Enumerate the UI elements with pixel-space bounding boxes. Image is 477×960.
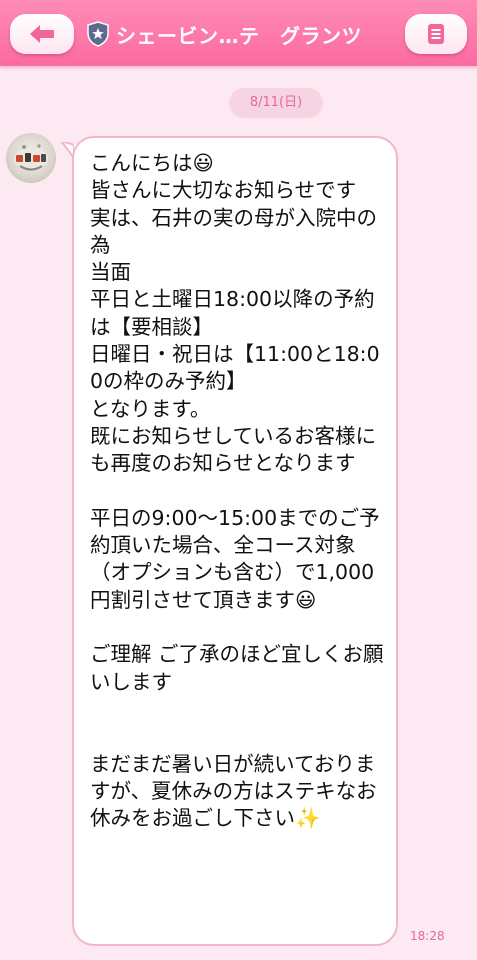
sender-avatar[interactable]: [6, 133, 56, 183]
avatar-image: [14, 144, 48, 171]
back-button[interactable]: [10, 14, 74, 54]
chat-title: シェービン…テ グランツ: [116, 23, 362, 48]
message-bubble[interactable]: こんにちは😃 皆さんに大切なお知らせです 実は、石井の実の母が入院中の為 当面 …: [72, 136, 398, 946]
menu-button[interactable]: [405, 14, 467, 54]
message-text: こんにちは😃 皆さんに大切なお知らせです 実は、石井の実の母が入院中の為 当面 …: [90, 151, 384, 831]
memo-icon: [428, 24, 444, 44]
date-separator: 8/11(日): [229, 88, 323, 118]
message-time: 18:28: [410, 929, 445, 943]
shield-star-icon: [87, 21, 109, 47]
arrow-left-icon: [30, 25, 54, 43]
chat-header: シェービン…テ グランツ: [0, 0, 477, 66]
chat-title-area: シェービン…テ グランツ: [86, 20, 362, 48]
